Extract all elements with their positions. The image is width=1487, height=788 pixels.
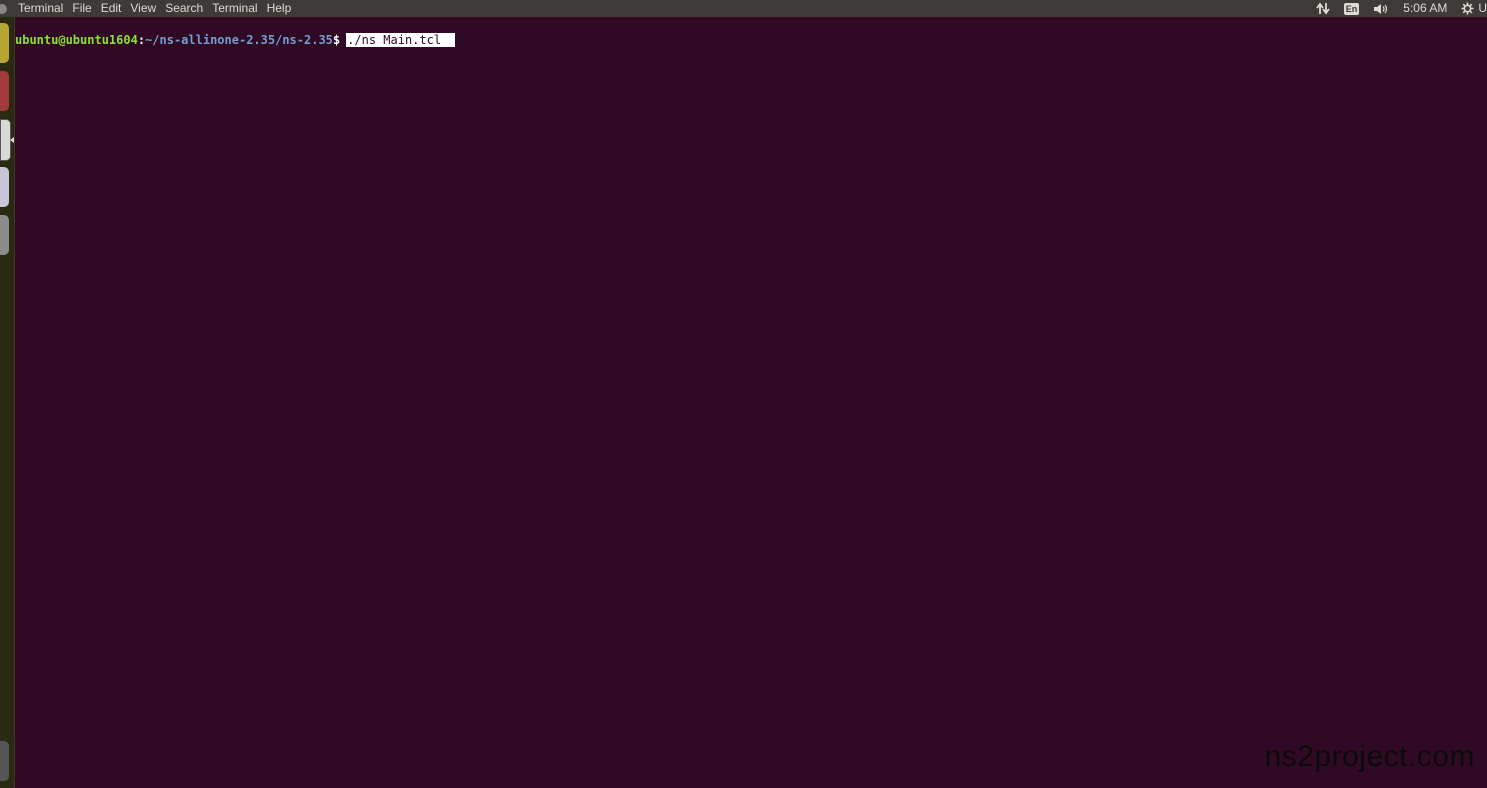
system-indicators: En 5:06 AM U	[1302, 0, 1487, 17]
active-app-indicator	[10, 137, 14, 143]
window-close-icon[interactable]	[0, 3, 7, 14]
menu-terminal[interactable]: Terminal	[212, 0, 257, 17]
menu-help[interactable]: Help	[267, 0, 292, 17]
prompt-dollar: $	[332, 33, 341, 47]
prompt-user-host: ubuntu@ubuntu1604	[15, 33, 138, 47]
clock[interactable]: 5:06 AM	[1403, 0, 1447, 17]
launcher-app-icon-2[interactable]	[0, 71, 9, 111]
gear-icon[interactable]	[1461, 2, 1474, 15]
user-menu-label[interactable]: U	[1478, 0, 1487, 17]
keyboard-layout-label: En	[1343, 2, 1360, 15]
terminal-window[interactable]: ubuntu@ubuntu1604:~/ns-allinone-2.35/ns-…	[15, 17, 1487, 788]
command-input[interactable]: ./ns Main.tcl	[346, 33, 456, 47]
watermark: ns2project.com	[1264, 740, 1475, 773]
menu-terminal-app[interactable]: Terminal	[18, 0, 63, 17]
menu-edit[interactable]: Edit	[101, 0, 122, 17]
menu-view[interactable]: View	[130, 0, 156, 17]
unity-launcher	[0, 17, 15, 788]
prompt-line: ubuntu@ubuntu1604:~/ns-allinone-2.35/ns-…	[15, 33, 456, 47]
launcher-app-icon-4[interactable]	[0, 167, 9, 207]
network-arrows-icon[interactable]	[1316, 2, 1330, 15]
app-menu: Terminal File Edit View Search Terminal …	[18, 0, 300, 17]
prompt-path: ~/ns-allinone-2.35/ns-2.35	[145, 33, 333, 47]
volume-icon[interactable]	[1373, 3, 1389, 15]
keyboard-layout-indicator[interactable]: En	[1343, 2, 1360, 15]
menu-search[interactable]: Search	[165, 0, 203, 17]
trash-icon[interactable]	[0, 741, 9, 781]
menu-file[interactable]: File	[72, 0, 91, 17]
system-settings-icon[interactable]	[0, 215, 9, 255]
prompt-colon: :	[137, 33, 146, 47]
top-menu-bar: Terminal File Edit View Search Terminal …	[0, 0, 1487, 17]
dash-home-icon[interactable]	[0, 23, 9, 63]
